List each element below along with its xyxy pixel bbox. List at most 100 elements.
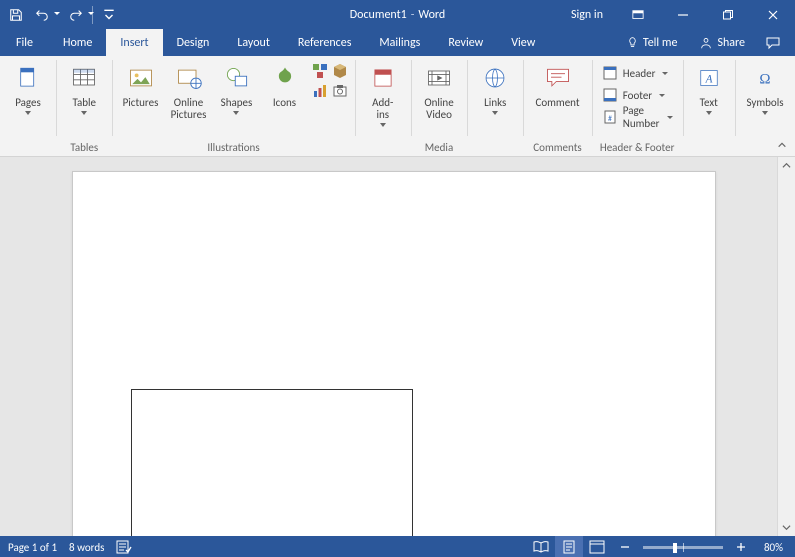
- tab-design[interactable]: Design: [163, 29, 224, 56]
- group-tables-label: Tables: [62, 139, 106, 156]
- qat-customize-button[interactable]: [97, 3, 121, 27]
- tab-layout[interactable]: Layout: [223, 29, 284, 56]
- status-words[interactable]: 8 words: [69, 541, 104, 554]
- status-page[interactable]: Page 1 of 1: [8, 541, 57, 554]
- textbox-shape[interactable]: [131, 389, 413, 536]
- chevron-down-icon: [233, 111, 239, 115]
- symbols-button[interactable]: Ω Symbols: [741, 58, 789, 121]
- omega-icon: Ω: [749, 62, 781, 94]
- zoom-in-button[interactable]: [733, 539, 749, 555]
- group-header-footer: Header Footer # Page Number Header & Foo…: [592, 56, 683, 156]
- online-pictures-label: Online Pictures: [171, 97, 207, 121]
- vertical-scrollbar[interactable]: [777, 157, 795, 536]
- tab-review-label: Review: [448, 36, 483, 50]
- addins-button[interactable]: Add- ins: [361, 58, 405, 127]
- group-links-label: [473, 139, 517, 156]
- zoom-slider[interactable]: [643, 546, 723, 549]
- status-proofing[interactable]: [116, 540, 132, 554]
- links-button[interactable]: Links: [473, 58, 517, 121]
- zoom-out-button[interactable]: [617, 539, 633, 555]
- shapes-button[interactable]: Shapes: [215, 58, 259, 121]
- qat-separator: [92, 6, 93, 24]
- scroll-up-button[interactable]: [778, 157, 795, 174]
- icons-button[interactable]: Icons: [263, 58, 307, 121]
- table-icon: [68, 62, 100, 94]
- window-close-button[interactable]: [750, 0, 795, 29]
- share-label: Share: [717, 36, 745, 50]
- window-minimize-button[interactable]: [660, 0, 705, 29]
- status-left: Page 1 of 1 8 words: [0, 540, 132, 554]
- tab-bar-right: Tell me Share: [616, 29, 795, 56]
- pages-icon: [12, 62, 44, 94]
- group-illustrations: Pictures Online Pictures Shapes Icons: [113, 56, 355, 156]
- online-pictures-button[interactable]: Online Pictures: [167, 58, 211, 121]
- qat-save-button[interactable]: [4, 3, 28, 27]
- tab-design-label: Design: [177, 36, 210, 50]
- screenshot-button[interactable]: [331, 82, 349, 100]
- collapse-ribbon-button[interactable]: [775, 138, 789, 152]
- 3d-models-button[interactable]: [331, 62, 349, 80]
- group-addins-label: [361, 139, 405, 156]
- chevron-down-icon: [706, 111, 712, 115]
- online-pictures-icon: [173, 62, 205, 94]
- tab-insert[interactable]: Insert: [106, 29, 162, 56]
- zoom-control: 80%: [611, 539, 789, 555]
- tab-review[interactable]: Review: [434, 29, 497, 56]
- header-button[interactable]: Header: [598, 62, 673, 84]
- chevron-down-icon: [662, 72, 668, 75]
- chevron-down-icon: [25, 111, 31, 115]
- share-icon: [699, 36, 713, 50]
- group-header-footer-label: Header & Footer: [598, 139, 677, 156]
- zoom-thumb[interactable]: [673, 543, 677, 553]
- comment-button[interactable]: Comment: [530, 58, 586, 121]
- group-comments-label: Comments: [530, 139, 586, 156]
- page-number-button[interactable]: # Page Number: [598, 106, 677, 128]
- tab-file[interactable]: File: [0, 29, 49, 56]
- redo-icon: [69, 8, 83, 22]
- tab-home[interactable]: Home: [49, 29, 106, 56]
- smartart-button[interactable]: [311, 62, 329, 80]
- sign-in-button[interactable]: Sign in: [559, 0, 615, 29]
- video-icon: [423, 62, 455, 94]
- online-video-button[interactable]: Online Video: [417, 58, 461, 121]
- pictures-button[interactable]: Pictures: [119, 58, 163, 121]
- group-illustrations-label: Illustrations: [119, 139, 349, 156]
- ribbon: Pages Table Tables Pictures: [0, 56, 795, 157]
- footer-icon: [602, 87, 618, 103]
- qat-undo-button[interactable]: [30, 3, 54, 27]
- zoom-percent[interactable]: 80%: [753, 541, 783, 554]
- chevron-down-icon: [54, 12, 60, 15]
- tab-mailings[interactable]: Mailings: [365, 29, 434, 56]
- pictures-label: Pictures: [123, 97, 159, 109]
- window-restore-button[interactable]: [705, 0, 750, 29]
- title-bar-right: Sign in: [559, 0, 795, 29]
- view-web-layout-button[interactable]: [583, 536, 611, 557]
- view-print-layout-button[interactable]: [555, 536, 583, 557]
- share-button[interactable]: Share: [689, 29, 755, 56]
- chart-button[interactable]: [311, 82, 329, 100]
- pages-button[interactable]: Pages: [6, 58, 50, 121]
- tab-file-label: File: [16, 36, 33, 50]
- table-button[interactable]: Table: [62, 58, 106, 121]
- tell-me-search[interactable]: Tell me: [616, 29, 688, 56]
- group-pages-label: [6, 139, 50, 156]
- view-read-mode-button[interactable]: [527, 536, 555, 557]
- comments-pane-button[interactable]: [757, 29, 789, 56]
- chevron-down-icon: [88, 12, 94, 15]
- ribbon-display-icon: [632, 9, 644, 21]
- pages-label: Pages: [15, 97, 41, 109]
- tab-references[interactable]: References: [284, 29, 366, 56]
- tab-view[interactable]: View: [497, 29, 549, 56]
- text-button[interactable]: A Text: [689, 58, 729, 121]
- chevron-down-icon: [782, 523, 791, 532]
- chevron-down-icon: [762, 111, 768, 115]
- minimize-icon: [677, 9, 689, 21]
- qat-redo-button[interactable]: [64, 3, 88, 27]
- group-pages: Pages: [0, 56, 56, 156]
- ribbon-display-options-button[interactable]: [615, 0, 660, 29]
- scroll-down-button[interactable]: [778, 519, 795, 536]
- online-video-label: Online Video: [424, 97, 453, 121]
- minus-icon: [620, 542, 630, 552]
- chevron-down-icon: [102, 8, 116, 22]
- footer-button[interactable]: Footer: [598, 84, 669, 106]
